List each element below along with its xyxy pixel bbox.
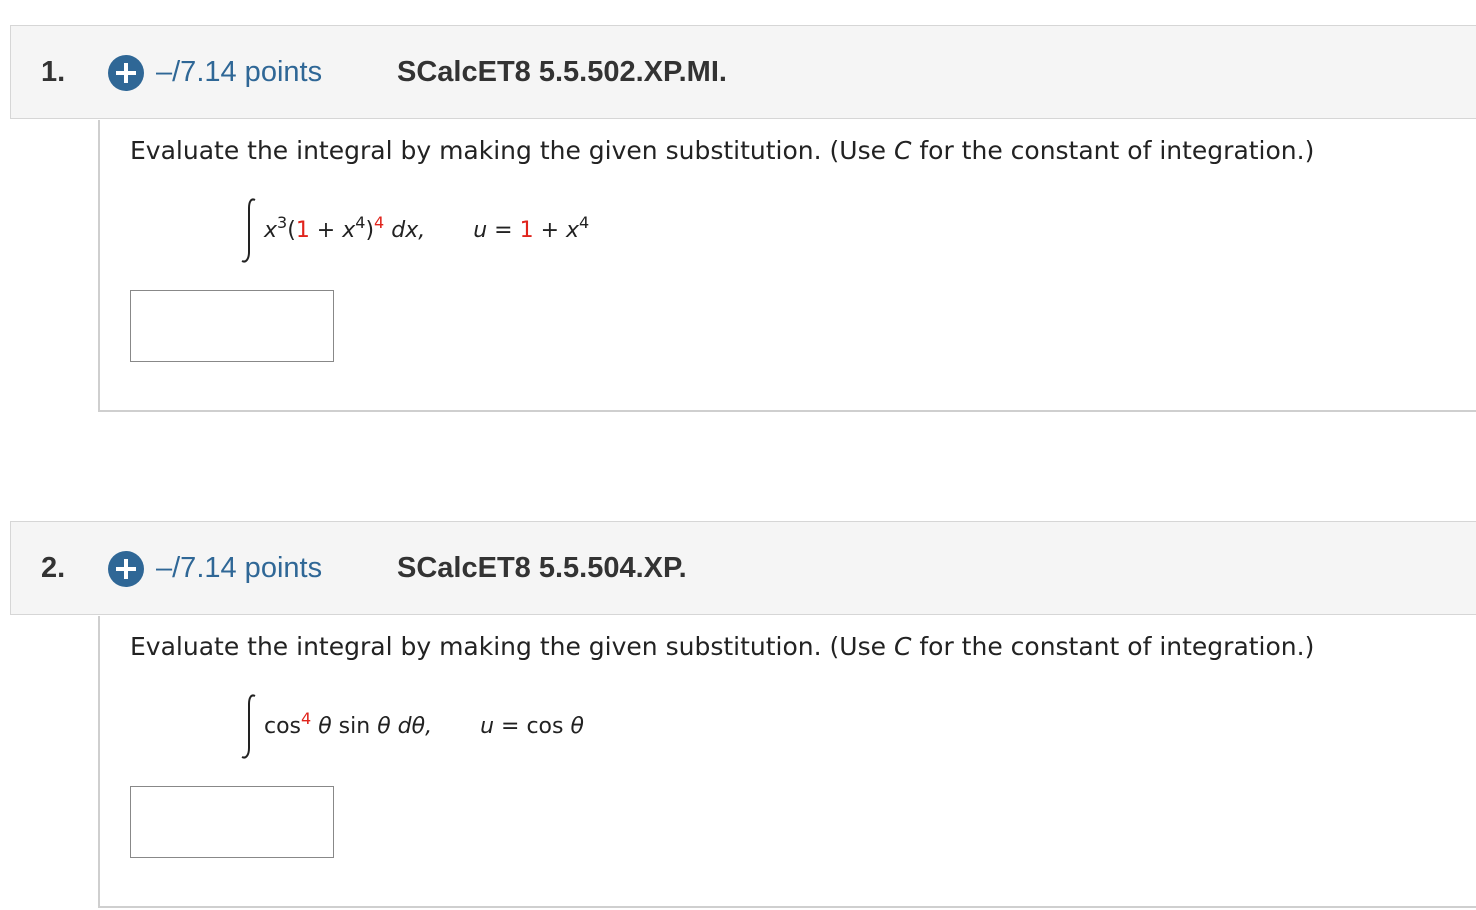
question-code: SCalcET8 5.5.504.XP.: [397, 551, 687, 584]
question-code: SCalcET8 5.5.502.XP.MI.: [397, 55, 727, 88]
question-instruction: Evaluate the integral by making the give…: [130, 632, 1315, 661]
substitution: u = cos θ: [480, 714, 584, 739]
plus-circle-icon[interactable]: [108, 55, 144, 91]
integral-expression: cos4 θ sin θ dθ, u = cos θ: [240, 692, 584, 762]
question-1-body: Evaluate the integral by making the give…: [98, 120, 1476, 412]
points-link[interactable]: –/7.14 points: [156, 522, 322, 614]
answer-input[interactable]: [130, 786, 334, 858]
question-2-header: 2. –/7.14 points SCalcET8 5.5.504.XP.: [10, 521, 1476, 615]
question-2-body: Evaluate the integral by making the give…: [98, 616, 1476, 908]
integral-sign-icon: [241, 694, 256, 759]
integral-expression: x3(1 + x4)4 dx, u = 1 + x4: [240, 196, 589, 266]
answer-input[interactable]: [130, 290, 334, 362]
points-link[interactable]: –/7.14 points: [156, 26, 322, 118]
question-instruction: Evaluate the integral by making the give…: [130, 136, 1315, 165]
question-number: 1.: [41, 55, 66, 88]
plus-circle-icon[interactable]: [108, 551, 144, 587]
integral-sign-icon: [241, 198, 256, 263]
question-1-header: 1. –/7.14 points SCalcET8 5.5.502.XP.MI.: [10, 25, 1476, 119]
substitution: u = 1 + x4: [473, 213, 590, 244]
question-number: 2.: [41, 551, 66, 584]
